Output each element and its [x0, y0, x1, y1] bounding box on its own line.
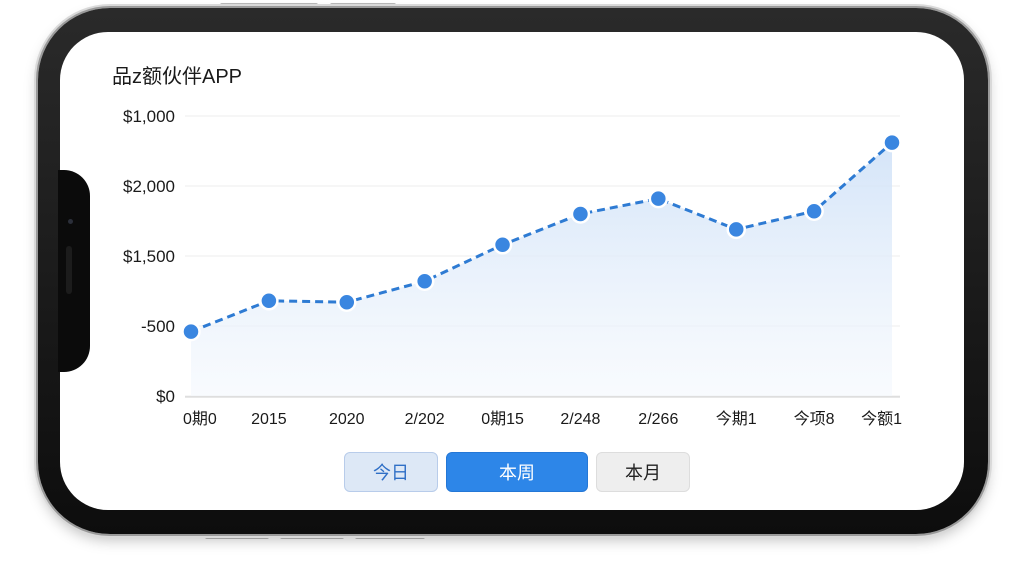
x-tick-label: 2020 — [329, 411, 365, 428]
data-point — [648, 188, 669, 209]
data-point — [181, 321, 201, 342]
tab-today[interactable]: 今日 — [344, 452, 438, 492]
y-tick-label: $0 — [156, 387, 175, 406]
y-tick-label: -500 — [141, 317, 175, 336]
x-tick-label: 今期1 — [716, 410, 757, 428]
y-tick-label: $2,000 — [123, 177, 175, 196]
y-tick-label: $1,000 — [123, 107, 175, 126]
y-tick-label: $1,500 — [123, 247, 175, 266]
data-point — [804, 201, 824, 221]
tab-week[interactable]: 本周 — [446, 452, 588, 492]
x-tick-label: 2/248 — [560, 411, 600, 428]
data-point — [259, 291, 279, 311]
tab-month[interactable]: 本月 — [596, 452, 690, 492]
x-tick-label: 2/202 — [405, 411, 445, 428]
x-tick-label: 今项8 — [794, 410, 835, 428]
x-tick-label: 2015 — [251, 411, 287, 428]
data-point — [882, 132, 902, 153]
chart-y-axis: $0 -500 $1,500 $2,000 $1,000 — [123, 107, 175, 406]
x-tick-label: 2/266 — [638, 411, 678, 428]
data-point — [726, 219, 746, 240]
data-point — [492, 235, 513, 255]
series-area — [191, 142, 892, 396]
x-tick-label: 今额1 — [861, 410, 902, 428]
chart-area — [191, 142, 892, 396]
data-point — [570, 204, 591, 224]
chart-x-axis: 0期0 2015 2020 2/202 0期15 2/248 2/266 今期1 今项8 今额1 — [183, 410, 902, 428]
data-point — [337, 292, 357, 312]
data-point — [414, 271, 435, 291]
x-tick-label: 0期15 — [481, 410, 524, 428]
x-tick-label: 0期0 — [183, 410, 217, 428]
